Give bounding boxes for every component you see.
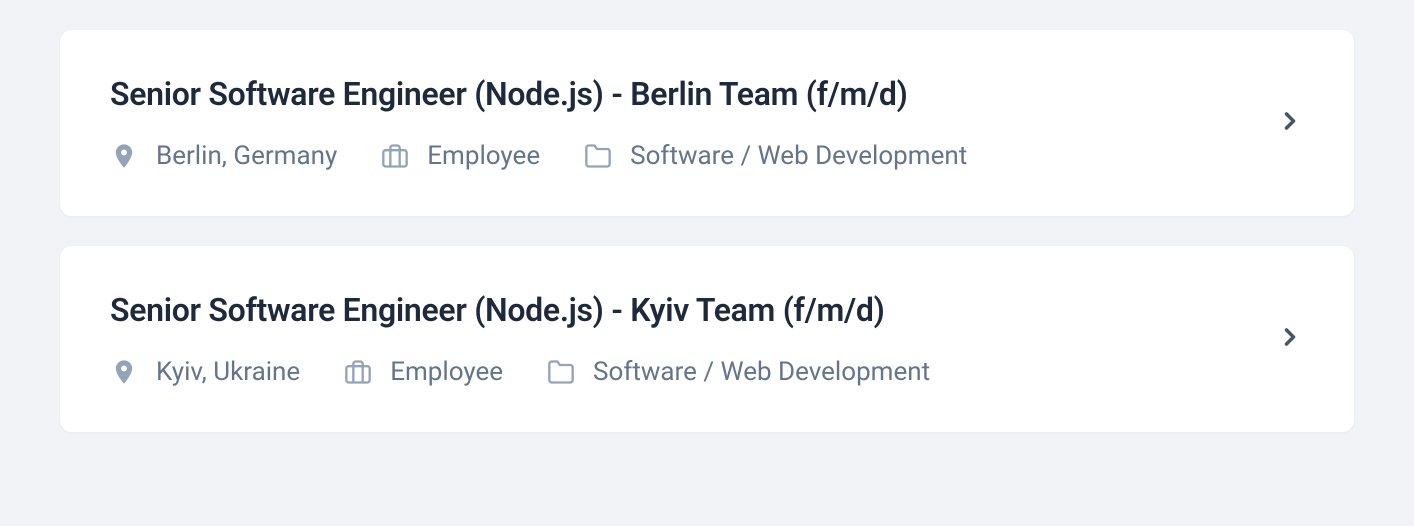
job-title: Senior Software Engineer (Node.js) - Kyi…	[110, 291, 1256, 329]
job-location: Berlin, Germany	[110, 141, 337, 171]
job-category: Software / Web Development	[584, 141, 967, 171]
job-meta: Kyiv, Ukraine Employee Software / Web	[110, 357, 1256, 387]
chevron-right-icon	[1276, 107, 1304, 139]
briefcase-icon	[344, 358, 372, 386]
folder-icon	[584, 142, 612, 170]
location-text: Kyiv, Ukraine	[156, 357, 300, 387]
job-category: Software / Web Development	[547, 357, 930, 387]
location-pin-icon	[110, 142, 138, 170]
category-text: Software / Web Development	[593, 357, 930, 387]
job-employment-type: Employee	[344, 357, 503, 387]
job-card[interactable]: Senior Software Engineer (Node.js) - Ber…	[60, 30, 1354, 216]
category-text: Software / Web Development	[630, 141, 967, 171]
job-content: Senior Software Engineer (Node.js) - Kyi…	[110, 291, 1256, 387]
briefcase-icon	[381, 142, 409, 170]
location-pin-icon	[110, 358, 138, 386]
job-location: Kyiv, Ukraine	[110, 357, 300, 387]
location-text: Berlin, Germany	[156, 141, 337, 171]
job-card[interactable]: Senior Software Engineer (Node.js) - Kyi…	[60, 246, 1354, 432]
employment-type-text: Employee	[390, 357, 503, 387]
job-title: Senior Software Engineer (Node.js) - Ber…	[110, 75, 1256, 113]
folder-icon	[547, 358, 575, 386]
employment-type-text: Employee	[427, 141, 540, 171]
job-meta: Berlin, Germany Employee Software / W	[110, 141, 1256, 171]
job-content: Senior Software Engineer (Node.js) - Ber…	[110, 75, 1256, 171]
chevron-right-icon	[1276, 323, 1304, 355]
job-employment-type: Employee	[381, 141, 540, 171]
